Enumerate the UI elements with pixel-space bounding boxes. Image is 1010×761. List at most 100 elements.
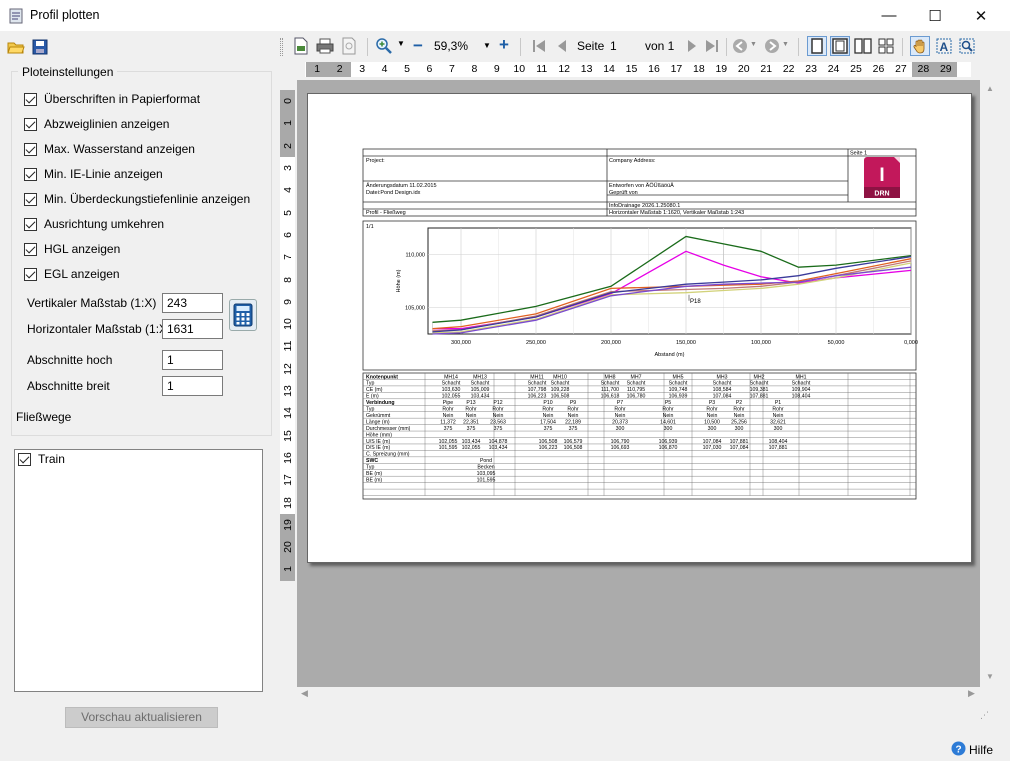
link-name: P13 [466, 400, 475, 406]
zoom-dropdown-arrow-icon[interactable]: ▼ [397, 39, 405, 48]
checkbox[interactable] [24, 142, 37, 156]
horizontal-scale-label: Horizontaler Maßstab (1:X) [27, 322, 172, 336]
sections-wide-input[interactable]: 1 [162, 376, 223, 396]
close-button[interactable]: ✕ [958, 0, 1004, 31]
y-axis-label: Höhe (m) [396, 269, 402, 292]
x-tick-label: 300,000 [451, 340, 471, 346]
option-show-hgl[interactable]: HGL anzeigen [24, 240, 120, 258]
previous-page-icon[interactable] [552, 36, 572, 56]
table-cell: Schacht [601, 381, 620, 387]
scroll-left-icon[interactable]: ◀ [301, 688, 308, 699]
option-reverse-direction[interactable]: Ausrichtung umkehren [24, 215, 164, 233]
next-page-icon[interactable] [682, 36, 702, 56]
checkbox[interactable] [24, 117, 37, 131]
option-min-cover-depth[interactable]: Min. Überdeckungstiefenlinie anzeigen [24, 190, 250, 208]
fit-width-view-icon[interactable] [830, 36, 850, 56]
checkbox[interactable] [18, 452, 31, 466]
table-cell: 102,055 [442, 394, 461, 400]
flow-path-list[interactable]: Train [14, 449, 263, 692]
calculator-button[interactable] [229, 299, 257, 331]
back-dropdown-icon[interactable]: ▼ [750, 41, 757, 48]
table-cell: 25,256 [731, 419, 747, 425]
table-cell: Nein [443, 413, 454, 419]
zoom-level-dropdown-icon[interactable]: ▼ [483, 41, 491, 50]
checkbox[interactable] [24, 242, 37, 256]
scroll-down-icon[interactable]: ▼ [986, 672, 994, 681]
option-max-water-level[interactable]: Max. Wasserstand anzeigen [24, 140, 195, 158]
print-preview-icon[interactable] [339, 36, 359, 56]
ruler-mark: 20 [280, 536, 295, 559]
link-name: P10 [543, 400, 552, 406]
table-cell: Schacht [551, 381, 570, 387]
sections-wide-label: Abschnitte breit [27, 379, 110, 393]
pan-hand-icon[interactable] [910, 36, 930, 56]
update-preview-button[interactable]: Vorschau aktualisieren [65, 707, 218, 728]
ruler-mark: 1 [280, 558, 295, 581]
table-cell: 300 [774, 426, 783, 432]
table-cell: 101,595 [439, 445, 458, 451]
print-icon[interactable] [315, 36, 335, 56]
zoom-in-button[interactable]: + [499, 35, 509, 55]
checkbox[interactable] [24, 92, 37, 106]
node-name: MH13 [473, 374, 487, 380]
horizontal-scale-input[interactable]: 1631 [162, 319, 223, 339]
four-page-view-icon[interactable] [876, 36, 896, 56]
option-branch-lines[interactable]: Abzweiglinien anzeigen [24, 115, 169, 133]
status-bar: ⋰ ? Hilfe [0, 710, 1010, 761]
page-number-input[interactable]: 1 [610, 39, 617, 53]
back-icon[interactable] [730, 36, 750, 56]
table-cell: 375 [444, 426, 453, 432]
forward-icon[interactable] [762, 36, 782, 56]
table-cell: 106,508 [539, 439, 558, 445]
option-min-ie-line[interactable]: Min. IE-Linie anzeigen [24, 165, 163, 183]
checkbox[interactable] [24, 267, 37, 281]
last-page-icon[interactable] [702, 36, 722, 56]
text-select-icon[interactable]: A [934, 36, 954, 56]
checked-by-label: Geprüft von [609, 190, 638, 196]
page-setup-icon[interactable] [291, 36, 311, 56]
checkbox[interactable] [24, 167, 37, 181]
forward-dropdown-icon[interactable]: ▼ [782, 41, 789, 48]
sections-high-input[interactable]: 1 [162, 350, 223, 370]
scroll-up-icon[interactable]: ▲ [986, 84, 994, 93]
checkbox[interactable] [24, 192, 37, 206]
svg-text:I: I [879, 165, 884, 186]
profile-chart: 300,000 250,000 200,000 150,000 100,000 50,00… [396, 227, 918, 358]
vertical-scale-input[interactable]: 243 [162, 293, 223, 313]
table-cell: 108,584 [713, 387, 732, 393]
resize-grip-icon[interactable]: ⋰ [980, 710, 992, 722]
table-cell: 106,790 [611, 439, 630, 445]
first-page-icon[interactable] [529, 36, 549, 56]
x-axis-label: Abstand (m) [655, 352, 685, 358]
node-name: MH14 [444, 374, 458, 380]
minimize-button[interactable]: — [866, 0, 912, 31]
separator [902, 38, 903, 56]
flow-path-item-train[interactable]: Train [18, 450, 65, 468]
option-show-egl[interactable]: EGL anzeigen [24, 265, 120, 283]
save-icon[interactable] [32, 39, 48, 55]
title-bar: Profil plotten — ☐ ✕ [0, 0, 1010, 31]
ruler-mark: 10 [513, 63, 526, 75]
link-name: P9 [570, 400, 576, 406]
two-page-view-icon[interactable] [853, 36, 873, 56]
x-tick-label: 0,000 [904, 340, 918, 346]
table-cell: Schacht [750, 381, 769, 387]
help-icon[interactable]: ? [951, 741, 966, 756]
magnifier-icon[interactable] [957, 36, 977, 56]
folder-open-icon[interactable] [7, 40, 25, 55]
table-cell: Nein [493, 413, 504, 419]
zoom-out-button[interactable]: − [413, 36, 423, 56]
scroll-right-icon[interactable]: ▶ [968, 688, 975, 699]
vertical-scrollbar[interactable]: ▲ ▼ [983, 80, 998, 687]
horizontal-scrollbar[interactable]: ◀ ▶ [297, 687, 983, 702]
checkbox[interactable] [24, 217, 37, 231]
single-page-view-icon[interactable] [807, 36, 827, 56]
zoom-icon[interactable] [374, 36, 394, 56]
help-label[interactable]: Hilfe [969, 743, 993, 757]
zoom-level-value[interactable]: 59,3% [434, 39, 468, 53]
option-paper-headings[interactable]: Überschriften in Papierformat [24, 90, 200, 108]
table-row-label: D/S IE (m) [366, 445, 390, 451]
maximize-button[interactable]: ☐ [912, 0, 958, 31]
table-cell: Nein [773, 413, 784, 419]
ruler-mark: 8 [471, 63, 478, 75]
